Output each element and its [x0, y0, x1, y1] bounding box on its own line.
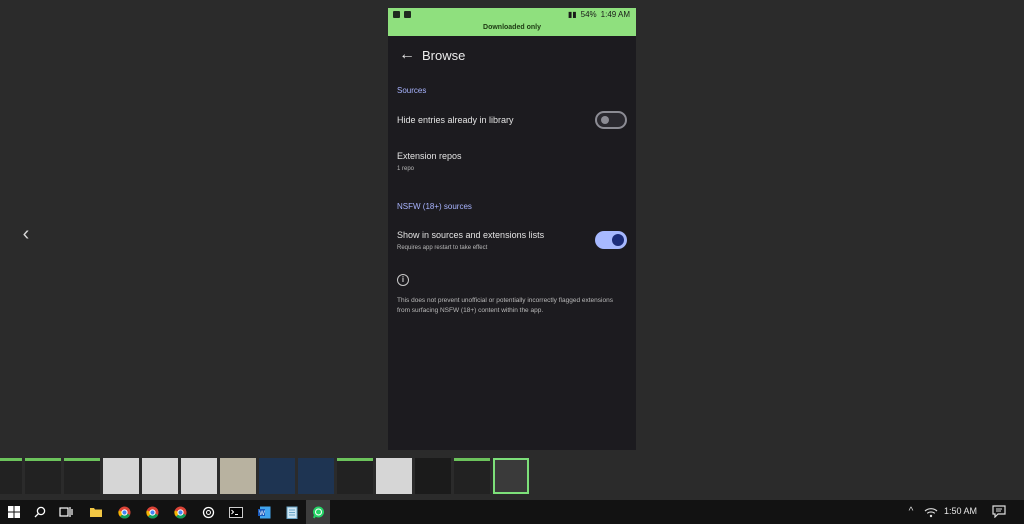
extension-repos-label[interactable]: Extension repos — [397, 151, 462, 161]
show-nsfw-summary: Requires app restart to take effect — [397, 245, 488, 251]
show-hidden-icons-button[interactable]: ^ — [904, 503, 918, 521]
thumbnail-current[interactable] — [493, 458, 529, 494]
section-header-sources: Sources — [397, 86, 427, 95]
chrome-icon[interactable] — [140, 500, 164, 524]
extension-repos-summary: 1 repo — [397, 166, 415, 172]
status-bar: ▮▮ 54% 1:49 AM — [388, 8, 636, 22]
toggle-knob — [601, 116, 609, 124]
whatsapp-icon[interactable] — [306, 500, 330, 524]
chatgpt-icon[interactable] — [196, 500, 220, 524]
section-header-nsfw: NSFW (18+) sources — [397, 202, 472, 211]
thumbnail[interactable] — [298, 458, 334, 494]
thumbnail[interactable] — [64, 458, 100, 494]
thumbnail[interactable] — [259, 458, 295, 494]
app-notification-icon — [404, 11, 411, 18]
thumbnail[interactable] — [376, 458, 412, 494]
info-icon: i — [397, 274, 409, 286]
taskbar: W ^ 1:50 AM — [0, 500, 1024, 524]
file-explorer-icon[interactable] — [84, 500, 108, 524]
thumbnail[interactable] — [25, 458, 61, 494]
nsfw-info-text: This does not prevent unofficial or pote… — [397, 297, 613, 314]
battery-level: 54% — [580, 10, 597, 19]
terminal-icon[interactable] — [224, 500, 248, 524]
phone-screenshot: ▮▮ 54% 1:49 AM Downloaded only ← Browse … — [388, 8, 636, 450]
wifi-icon[interactable] — [924, 503, 938, 521]
downloaded-only-banner: Downloaded only — [388, 22, 636, 36]
thumbnail[interactable] — [103, 458, 139, 494]
taskbar-clock[interactable]: 1:50 AM — [944, 506, 977, 516]
app-bar: ← Browse — [388, 36, 636, 76]
gallery-icon — [393, 11, 400, 18]
svg-text:W: W — [259, 511, 265, 517]
thumbnail[interactable] — [415, 458, 451, 494]
hide-entries-toggle[interactable] — [595, 111, 627, 129]
page-title: Browse — [422, 48, 466, 63]
thumbnail[interactable] — [142, 458, 178, 494]
thumbnail[interactable] — [181, 458, 217, 494]
show-nsfw-toggle[interactable] — [595, 231, 627, 249]
task-view-icon[interactable] — [54, 500, 78, 524]
word-icon[interactable]: W — [252, 500, 276, 524]
chrome-icon[interactable] — [168, 500, 192, 524]
back-arrow-icon[interactable]: ← — [398, 46, 416, 64]
show-nsfw-label[interactable]: Show in sources and extensions lists — [397, 230, 544, 240]
thumbnail-strip — [0, 458, 532, 494]
thumbnail[interactable] — [454, 458, 490, 494]
previous-image-button[interactable]: ‹ — [16, 222, 36, 246]
signal-icon: ▮▮ — [567, 10, 577, 19]
status-time: 1:49 AM — [600, 10, 630, 19]
hide-entries-label[interactable]: Hide entries already in library — [397, 115, 514, 125]
notification-icon[interactable] — [992, 504, 1006, 518]
thumbnail[interactable] — [0, 458, 22, 494]
windows-start-icon[interactable] — [2, 500, 26, 524]
toggle-knob — [612, 234, 624, 246]
notepad-icon[interactable] — [280, 500, 304, 524]
thumbnail[interactable] — [337, 458, 373, 494]
thumbnail[interactable] — [220, 458, 256, 494]
search-icon[interactable] — [28, 500, 52, 524]
chrome-icon[interactable] — [112, 500, 136, 524]
